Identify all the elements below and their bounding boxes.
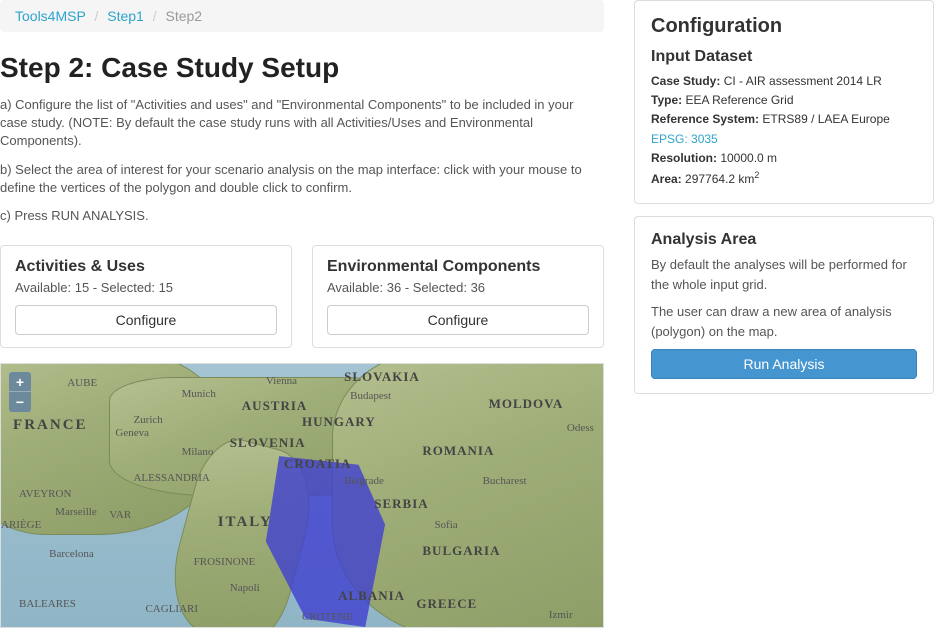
dataset-meta: Case Study: CI - AIR assessment 2014 LR … (651, 72, 917, 189)
type-label: Type: (651, 93, 682, 107)
map[interactable]: FRANCE ITALY AUBE Munich Zurich Geneva M… (0, 363, 604, 628)
map-base (1, 364, 603, 627)
casestudy-value: CI - AIR assessment 2014 LR (720, 74, 881, 88)
analysis-area-title: Analysis Area (651, 231, 917, 249)
instruction-c: c) Press RUN ANALYSIS. (0, 207, 604, 225)
breadcrumb-step1[interactable]: Step1 (107, 8, 144, 24)
refsys-value: ETRS89 / LAEA Europe (759, 112, 890, 126)
breadcrumb-sep: / (148, 8, 162, 24)
activities-configure-button[interactable]: Configure (15, 305, 277, 335)
breadcrumb-tools4msp[interactable]: Tools4MSP (15, 8, 86, 24)
area-value: 297764.2 km (682, 172, 755, 186)
instruction-a: a) Configure the list of "Activities and… (0, 96, 604, 151)
activities-subtitle: Available: 15 - Selected: 15 (15, 280, 277, 295)
page-title: Step 2: Case Study Setup (0, 52, 604, 84)
refsys-label: Reference System: (651, 112, 759, 126)
run-analysis-button[interactable]: Run Analysis (651, 349, 917, 379)
map-zoom-controls: + − (9, 372, 31, 412)
envcomp-title: Environmental Components (327, 258, 589, 276)
analysis-area-panel: Analysis Area By default the analyses wi… (634, 216, 934, 394)
area-label: Area: (651, 172, 682, 186)
resolution-label: Resolution: (651, 151, 717, 165)
configuration-title: Configuration (651, 15, 917, 38)
breadcrumb: Tools4MSP / Step1 / Step2 (0, 0, 604, 32)
instructions: a) Configure the list of "Activities and… (0, 96, 604, 225)
zoom-out-button[interactable]: − (9, 392, 31, 412)
map-land (332, 363, 604, 628)
breadcrumb-step2: Step2 (166, 8, 203, 24)
area-sup: 2 (754, 170, 759, 180)
activities-card: Activities & Uses Available: 15 - Select… (0, 245, 292, 348)
instruction-b: b) Select the area of interest for your … (0, 161, 604, 197)
breadcrumb-sep: / (89, 8, 103, 24)
envcomp-card: Environmental Components Available: 36 -… (312, 245, 604, 348)
casestudy-label: Case Study: (651, 74, 720, 88)
configuration-panel: Configuration Input Dataset Case Study: … (634, 0, 934, 204)
epsg-link[interactable]: EPSG: 3035 (651, 132, 718, 146)
envcomp-subtitle: Available: 36 - Selected: 36 (327, 280, 589, 295)
type-value: EEA Reference Grid (682, 93, 793, 107)
resolution-value: 10000.0 m (717, 151, 777, 165)
analysis-area-p2: The user can draw a new area of analysis… (651, 302, 917, 341)
envcomp-configure-button[interactable]: Configure (327, 305, 589, 335)
analysis-area-p1: By default the analyses will be performe… (651, 255, 917, 294)
zoom-in-button[interactable]: + (9, 372, 31, 392)
activities-title: Activities & Uses (15, 258, 277, 276)
input-dataset-title: Input Dataset (651, 48, 917, 66)
